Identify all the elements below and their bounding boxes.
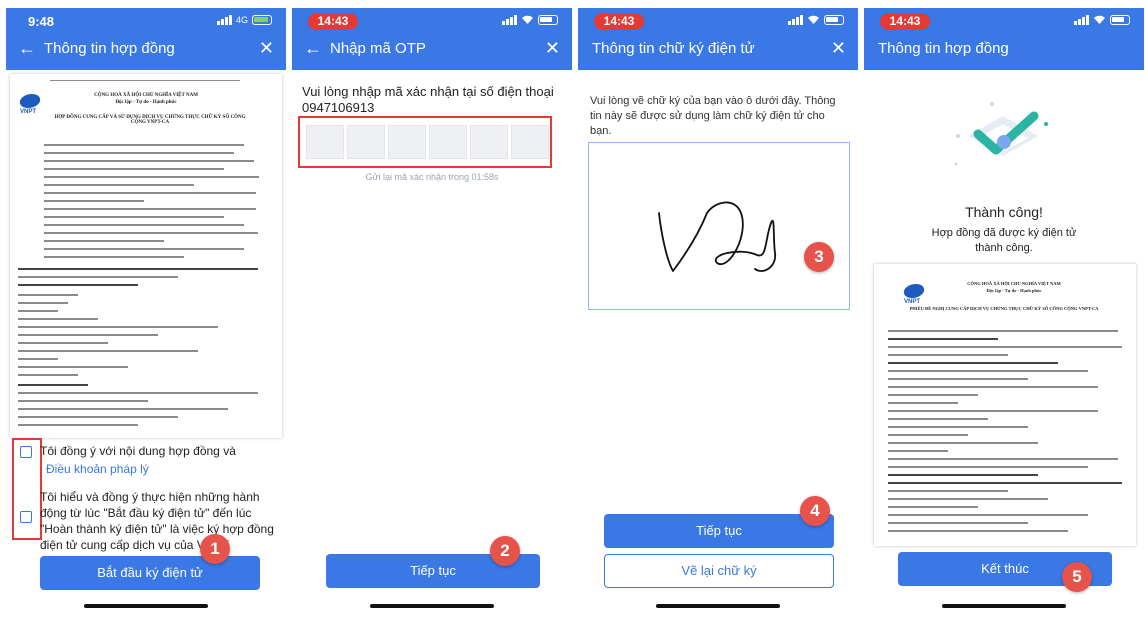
- signature-stroke: [658, 201, 776, 272]
- wifi-icon: [808, 15, 819, 24]
- doc-motto: Độc lập - Tự do - Hạnh phúc: [115, 100, 177, 105]
- wifi-icon: [522, 15, 533, 24]
- back-arrow-icon[interactable]: ←: [18, 38, 36, 59]
- signal-icon: [502, 15, 517, 25]
- status-bar: 14:43: [292, 8, 572, 30]
- redraw-signature-button[interactable]: Vẽ lại chữ ký: [604, 554, 834, 588]
- step-badge: 4: [800, 496, 830, 526]
- otp-digit-box[interactable]: [470, 125, 508, 159]
- signal-icon: [788, 15, 803, 25]
- page-title: Thông tin hợp đồng: [878, 40, 1009, 57]
- screen-contract-info: 9:48 4G ← Thông tin hợp đồng ✕ VNPT CỘNG…: [6, 8, 286, 614]
- status-bar: 9:48 4G: [6, 8, 286, 30]
- battery-icon: [252, 15, 272, 25]
- doc-contract-title: PHIẾU ĐỀ NGHỊ CUNG CẤP DỊCH VỤ CHỨNG THỰ…: [909, 306, 1099, 311]
- app-header: 14:43 Thông tin hợp đồng: [864, 8, 1144, 70]
- battery-icon: [538, 15, 558, 25]
- close-icon[interactable]: ✕: [831, 38, 846, 59]
- start-signing-button[interactable]: Bắt đầu ký điện tử: [40, 556, 260, 590]
- app-header: 14:43 ← Nhập mã OTP ✕: [292, 8, 572, 70]
- doc-motto: Độc lập - Tự do - Hạnh phúc: [986, 288, 1042, 293]
- page-title: Thông tin chữ ký điện tử: [592, 40, 755, 57]
- app-header: 9:48 4G ← Thông tin hợp đồng ✕: [6, 8, 286, 70]
- screen-success: 14:43 Thông tin hợp đồng Thành công! Hợp…: [864, 8, 1144, 614]
- agree-process-label: Tôi hiểu và đồng ý thực hiện những hành …: [40, 490, 274, 552]
- continue-button[interactable]: Tiếp tục: [604, 514, 834, 548]
- doc-national-title: CỘNG HOÀ XÃ HỘI CHỦ NGHĨA VIỆT NAM: [967, 281, 1061, 286]
- success-message: Hợp đồng đã được ký điện tử thành công.: [931, 227, 1077, 254]
- home-indicator: [942, 604, 1066, 608]
- signature-instruction: Vui lòng vẽ chữ ký của bạn vào ô dưới đâ…: [590, 95, 836, 137]
- agree-process-checkbox[interactable]: [20, 511, 32, 523]
- doc-national-title: CỘNG HOÀ XÃ HỘI CHỦ NGHĨA VIỆT NAM: [94, 93, 198, 98]
- battery-icon: [824, 15, 844, 25]
- otp-digit-box[interactable]: [388, 125, 426, 159]
- step-badge: 2: [490, 536, 520, 566]
- otp-digit-box[interactable]: [429, 125, 467, 159]
- agree-terms-label: Tôi đồng ý với nội dung hợp đồng và: [40, 444, 236, 458]
- page-title: Thông tin hợp đồng: [44, 40, 175, 57]
- status-bar: 14:43: [864, 8, 1144, 30]
- status-time: 14:43: [594, 13, 644, 30]
- network-type: 4G: [235, 15, 248, 25]
- home-indicator: [84, 604, 208, 608]
- success-check-icon: [954, 102, 1048, 166]
- legal-terms-link[interactable]: Điều khoản pháp lý: [46, 462, 149, 476]
- signature-pad[interactable]: [588, 142, 850, 310]
- screen-signature: 14:43 Thông tin chữ ký điện tử ✕ Vui lòn…: [578, 8, 858, 614]
- agree-terms-checkbox[interactable]: [20, 446, 32, 458]
- otp-digit-box[interactable]: [347, 125, 385, 159]
- app-header: 14:43 Thông tin chữ ký điện tử ✕: [578, 8, 858, 70]
- otp-digit-box[interactable]: [511, 125, 549, 159]
- otp-input-group[interactable]: [306, 125, 549, 159]
- doc-contract-title: HỢP ĐỒNG CUNG CẤP VÀ SỬ DỤNG DỊCH VỤ CHỨ…: [54, 115, 246, 125]
- signal-icon: [1074, 15, 1089, 25]
- resend-countdown[interactable]: Gửi lại mã xác nhận trong 01:58s: [292, 172, 572, 182]
- otp-prompt: Vui lòng nhập mã xác nhận tại số điện th…: [302, 84, 554, 115]
- status-bar: 14:43: [578, 8, 858, 30]
- close-icon[interactable]: ✕: [545, 38, 560, 59]
- step-badge: 5: [1062, 562, 1092, 592]
- contract-document[interactable]: VNPT CỘNG HOÀ XÃ HỘI CHỦ NGHĨA VIỆT NAM …: [10, 74, 282, 438]
- signal-icon: [216, 15, 232, 25]
- success-title: Thành công!: [965, 204, 1043, 220]
- battery-icon: [1110, 15, 1130, 25]
- wifi-icon: [1094, 15, 1105, 24]
- close-icon[interactable]: ✕: [259, 38, 274, 59]
- page-title: Nhập mã OTP: [330, 40, 426, 57]
- home-indicator: [656, 604, 780, 608]
- tutorial-stage: 9:48 4G ← Thông tin hợp đồng ✕ VNPT CỘNG…: [0, 0, 1145, 618]
- status-time: 9:48: [28, 14, 55, 29]
- step-badge: 3: [804, 242, 834, 272]
- status-time: 14:43: [880, 13, 930, 30]
- signed-contract-document[interactable]: VNPT CỘNG HOÀ XÃ HỘI CHỦ NGHĨA VIỆT NAM …: [874, 264, 1136, 546]
- home-indicator: [370, 604, 494, 608]
- screen-otp: 14:43 ← Nhập mã OTP ✕ Vui lòng nhập mã x…: [292, 8, 572, 614]
- status-time: 14:43: [308, 13, 358, 30]
- back-arrow-icon[interactable]: ←: [304, 38, 322, 59]
- otp-digit-box[interactable]: [306, 125, 344, 159]
- step-badge: 1: [200, 534, 230, 564]
